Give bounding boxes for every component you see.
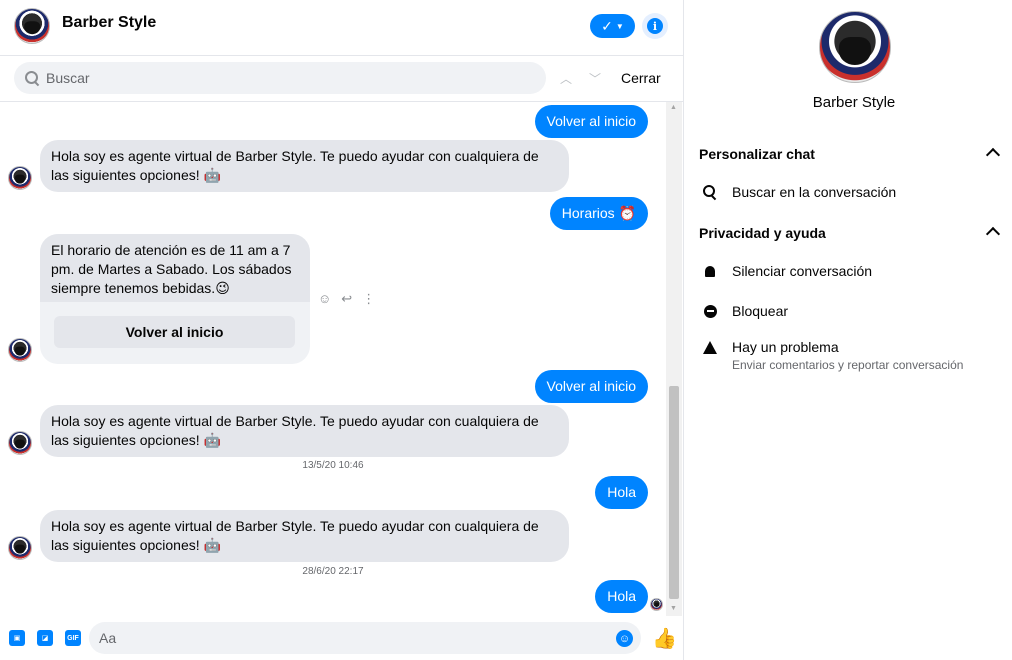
block-icon [703, 304, 717, 318]
row-label: Buscar en la conversación [732, 184, 897, 200]
message-list: Volver al inicio Hola soy es agente virt… [0, 102, 666, 616]
message-out[interactable]: Volver al inicio [534, 370, 648, 403]
sticker-icon[interactable]: ◪ [37, 630, 53, 646]
row-label: Silenciar conversación [732, 263, 873, 279]
section-personalizar-chat[interactable]: Personalizar chat [699, 146, 815, 162]
profile-name: Barber Style [812, 94, 896, 111]
caret-down-icon: ▼ [615, 21, 624, 31]
chat-pane: Barber Style ✓▼ i ︿ ﹀ Cerrar Volver al i… [0, 0, 684, 660]
contact-name[interactable]: Barber Style [62, 14, 156, 32]
message-in[interactable]: Hola soy es agente virtual de Barber Sty… [40, 405, 569, 457]
check-dropdown-button[interactable]: ✓ ▼ [590, 14, 635, 38]
chevron-up-icon[interactable] [985, 147, 1001, 163]
thumbs-up-icon[interactable]: 👍 [652, 626, 677, 651]
scrollbar[interactable]: ▲ ▼ [666, 102, 682, 616]
message-out[interactable]: Hola [595, 580, 648, 613]
info-button[interactable]: i [642, 13, 668, 39]
close-search-button[interactable]: Cerrar [621, 70, 661, 86]
sender-avatar [8, 166, 32, 190]
message-in[interactable]: El horario de atención es de 11 am a 7 p… [40, 234, 310, 302]
message-out[interactable]: Volver al inicio [534, 105, 648, 138]
message-in[interactable]: Hola soy es agente virtual de Barber Sty… [40, 140, 569, 192]
sender-avatar [8, 536, 32, 560]
search-input[interactable] [46, 70, 526, 86]
info-icon: i [647, 18, 663, 34]
react-emoji-icon[interactable]: ☺ [318, 291, 331, 307]
chevron-up-icon[interactable]: ︿ [560, 70, 572, 87]
chevron-up-icon[interactable] [985, 226, 1001, 242]
check-icon: ✓ [601, 17, 613, 34]
contact-avatar[interactable] [14, 8, 50, 44]
chat-header: Barber Style ✓ ▼ i [0, 0, 684, 56]
chevron-down-icon[interactable]: ﹀ [589, 70, 601, 87]
composer: ▣ ◪ GIF ☺ 👍 [0, 616, 684, 660]
timestamp: 13/5/20 10:46 [302, 460, 364, 471]
message-in[interactable]: Hola soy es agente virtual de Barber Sty… [40, 510, 569, 562]
scrollbar-thumb[interactable] [669, 386, 679, 599]
row-subtitle: Enviar comentarios y reportar conversaci… [732, 358, 964, 372]
gif-icon[interactable]: GIF [65, 630, 81, 646]
volver-al-inicio-button[interactable]: Volver al inicio [54, 316, 295, 348]
search-icon [24, 70, 40, 86]
scroll-up-arrow-icon[interactable]: ▲ [670, 104, 677, 111]
scroll-down-arrow-icon[interactable]: ▼ [670, 605, 677, 612]
warning-icon [703, 340, 717, 354]
row-label: Hay un problema [732, 339, 839, 355]
sender-avatar [8, 431, 32, 455]
image-icon[interactable]: ▣ [9, 630, 25, 646]
search-icon [703, 185, 717, 199]
message-card: El horario de atención es de 11 am a 7 p… [40, 234, 310, 364]
timestamp: 28/6/20 22:17 [302, 566, 364, 577]
message-input[interactable] [99, 630, 599, 646]
search-box[interactable] [14, 62, 546, 94]
sender-avatar [8, 338, 32, 362]
emoji-icon[interactable]: ☺ [616, 630, 633, 647]
message-box[interactable] [89, 622, 641, 654]
reply-icon[interactable]: ↩ [341, 291, 352, 307]
info-pane: Barber Style Personalizar chat Buscar en… [684, 0, 1012, 660]
conversation-search-bar [0, 56, 684, 102]
profile-avatar[interactable] [819, 11, 891, 83]
message-out[interactable]: Hola [595, 476, 648, 509]
message-actions: ☺ ↩ ⋮ [318, 291, 375, 307]
more-options-icon[interactable]: ⋮ [362, 291, 375, 307]
bell-icon [703, 264, 717, 278]
row-label: Bloquear [732, 303, 789, 319]
message-out[interactable]: Horarios ⏰ [549, 197, 648, 230]
read-receipt-avatar [650, 598, 663, 611]
section-privacidad-y-ayuda[interactable]: Privacidad y ayuda [699, 225, 826, 241]
